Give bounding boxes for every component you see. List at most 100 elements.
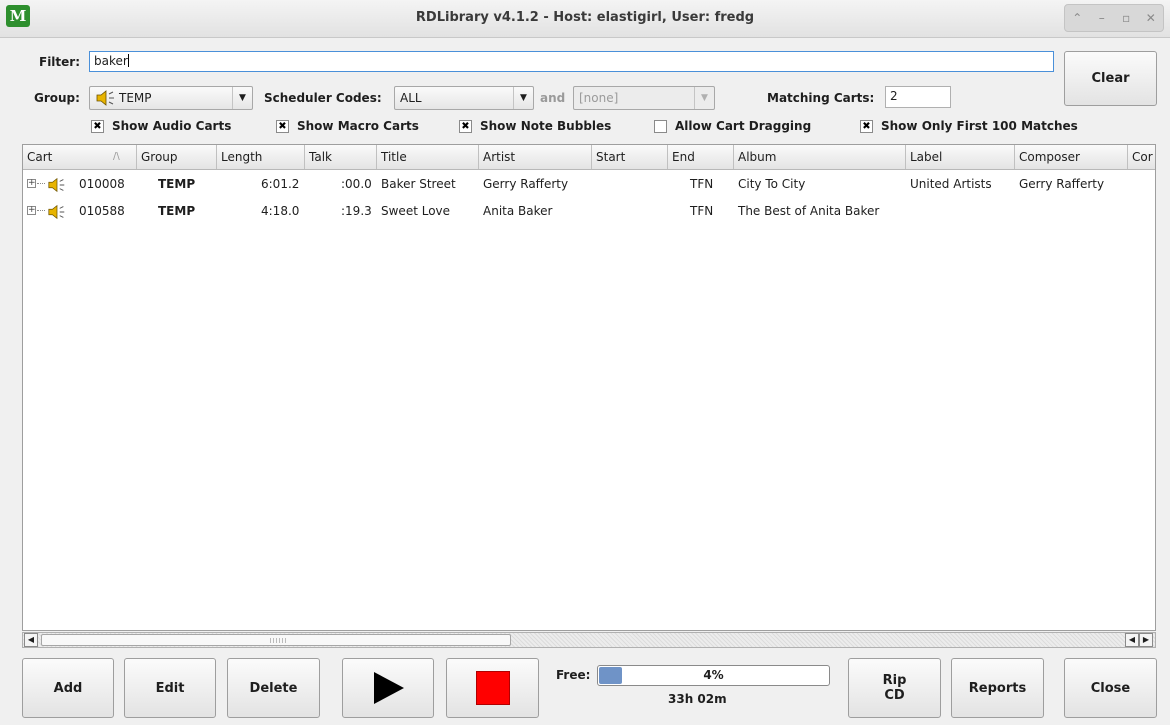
speaker-icon [96, 90, 114, 106]
minimize-icon[interactable]: – [1093, 11, 1111, 25]
cart-title: Sweet Love [381, 204, 451, 218]
cart-talk: :19.3 [341, 204, 372, 218]
chevron-down-icon: ▼ [232, 87, 252, 109]
scheduler-codes-select[interactable]: ALL ▼ [394, 86, 534, 110]
table-row[interactable]: + 010588 TEMP 4:18.0 :19.3 Sweet Love An… [23, 198, 1155, 225]
column-header-length[interactable]: Length [217, 145, 305, 169]
column-header-album[interactable]: Album [734, 145, 906, 169]
scroll-right-icon[interactable]: ▶ [1139, 633, 1153, 647]
chevron-down-icon: ▼ [694, 87, 714, 109]
group-select[interactable]: TEMP ▼ [89, 86, 253, 110]
expand-icon[interactable]: + [27, 179, 36, 188]
column-header-conductor[interactable]: Cor [1128, 145, 1155, 169]
cart-number: 010008 [79, 177, 125, 191]
filter-label: Filter: [39, 55, 81, 69]
show-audio-carts-checkbox[interactable]: ✖ Show Audio Carts [91, 119, 231, 133]
tree-connector [37, 183, 45, 184]
scroll-left-end-icon[interactable]: ◀ [1125, 633, 1139, 647]
checkbox-checked-icon: ✖ [276, 119, 289, 133]
close-button[interactable]: Close [1064, 658, 1157, 718]
show-macro-carts-checkbox[interactable]: ✖ Show Macro Carts [276, 119, 419, 133]
clear-button[interactable]: Clear [1064, 51, 1157, 106]
cart-end: TFN [690, 177, 714, 191]
checkbox-checked-icon: ✖ [860, 119, 873, 133]
and-label: and [540, 91, 566, 105]
scheduler-codes-second-value: [none] [579, 91, 619, 105]
horizontal-scrollbar[interactable]: ◀ ◀ ▶ [22, 632, 1156, 648]
show-first-100-label: Show Only First 100 Matches [881, 119, 1078, 133]
matching-carts-label: Matching Carts: [767, 91, 875, 105]
stop-icon [475, 671, 510, 705]
delete-button[interactable]: Delete [227, 658, 320, 718]
show-note-bubbles-label: Show Note Bubbles [480, 119, 612, 133]
show-audio-carts-label: Show Audio Carts [112, 119, 232, 133]
cart-artist: Gerry Rafferty [483, 177, 569, 191]
show-first-100-checkbox[interactable]: ✖ Show Only First 100 Matches [860, 119, 1078, 133]
group-label: Group: [34, 91, 80, 105]
allow-cart-dragging-label: Allow Cart Dragging [675, 119, 812, 133]
window-controls: ⌃ – ▫ ✕ [1064, 4, 1164, 32]
cart-artist: Anita Baker [483, 204, 553, 218]
show-macro-carts-label: Show Macro Carts [297, 119, 419, 133]
maximize-icon[interactable]: ▫ [1117, 11, 1135, 25]
column-header-group[interactable]: Group [137, 145, 217, 169]
column-header-end[interactable]: End [668, 145, 734, 169]
sort-ascending-icon: /\ [113, 151, 120, 162]
checkbox-checked-icon: ✖ [91, 119, 104, 133]
shade-icon[interactable]: ⌃ [1068, 11, 1086, 25]
column-header-artist[interactable]: Artist [479, 145, 592, 169]
reports-button[interactable]: Reports [951, 658, 1044, 718]
column-header-cart[interactable]: Cart /\ [23, 145, 137, 169]
close-window-icon[interactable]: ✕ [1142, 11, 1160, 25]
checkbox-unchecked-icon [654, 119, 667, 133]
free-label: Free: [556, 668, 591, 682]
column-header-label: Cart [27, 150, 53, 164]
cart-number: 010588 [79, 204, 125, 218]
window-title: RDLibrary v4.1.2 - Host: elastigirl, Use… [415, 10, 755, 25]
stop-button[interactable] [446, 658, 539, 718]
scrollbar-thumb[interactable] [41, 634, 511, 646]
cart-length: 6:01.2 [261, 177, 300, 191]
column-header-talk[interactable]: Talk [305, 145, 377, 169]
table-row[interactable]: + 010008 TEMP 6:01.2 :00.0 Baker Street … [23, 171, 1155, 198]
title-bar: M RDLibrary v4.1.2 - Host: elastigirl, U… [0, 0, 1170, 38]
column-header-label[interactable]: Label [906, 145, 1015, 169]
add-button[interactable]: Add [22, 658, 114, 718]
cart-length: 4:18.0 [261, 204, 300, 218]
column-header-start[interactable]: Start [592, 145, 668, 169]
column-header-title[interactable]: Title [377, 145, 479, 169]
column-header-composer[interactable]: Composer [1015, 145, 1128, 169]
cart-composer: Gerry Rafferty [1019, 177, 1105, 191]
rip-cd-label-line2: CD [884, 688, 905, 703]
free-space-percent: 4% [703, 668, 724, 682]
cart-end: TFN [690, 204, 714, 218]
free-space-bar: 4% [597, 665, 830, 686]
filter-input[interactable]: baker [89, 51, 1054, 72]
tree-connector [37, 210, 45, 211]
rip-cd-button[interactable]: Rip CD [848, 658, 941, 718]
show-note-bubbles-checkbox[interactable]: ✖ Show Note Bubbles [459, 119, 611, 133]
audio-cart-icon [48, 204, 65, 220]
checkbox-checked-icon: ✖ [459, 119, 472, 133]
play-button[interactable] [342, 658, 434, 718]
list-header: Cart /\ Group Length Talk Title Artist S… [23, 145, 1155, 170]
scrollbar-grip [270, 638, 288, 643]
scheduler-codes-value: ALL [400, 91, 422, 105]
scheduler-codes-label: Scheduler Codes: [264, 91, 382, 105]
cart-title: Baker Street [381, 177, 456, 191]
cart-album: City To City [738, 177, 806, 191]
rip-cd-label-line1: Rip [882, 673, 907, 688]
cart-list[interactable]: Cart /\ Group Length Talk Title Artist S… [22, 144, 1156, 631]
scroll-left-icon[interactable]: ◀ [24, 633, 38, 647]
play-icon [374, 672, 404, 704]
cart-group: TEMP [158, 177, 196, 191]
matching-carts-field: 2 [885, 86, 951, 108]
cart-album: The Best of Anita Baker [738, 204, 880, 218]
scheduler-codes-second-select: [none] ▼ [573, 86, 715, 110]
edit-button[interactable]: Edit [124, 658, 216, 718]
cart-group: TEMP [158, 204, 196, 218]
filter-value: baker [94, 54, 128, 68]
expand-icon[interactable]: + [27, 206, 36, 215]
cart-talk: :00.0 [341, 177, 372, 191]
allow-cart-dragging-checkbox[interactable]: Allow Cart Dragging [654, 119, 811, 133]
